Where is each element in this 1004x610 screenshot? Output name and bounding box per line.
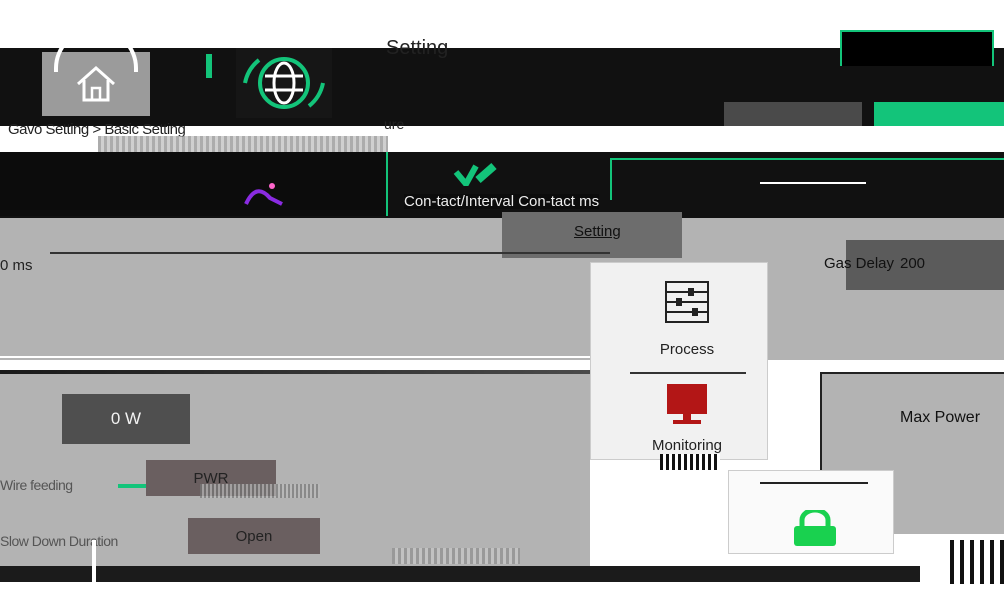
row1-noise: [200, 484, 320, 498]
accent-tick: [206, 54, 212, 78]
monitoring-label: Monitoring: [651, 437, 723, 454]
gas-delay-value: 200: [900, 255, 926, 272]
lock-card-rule: [760, 482, 868, 484]
process-label: Process: [659, 340, 715, 358]
left-ms-field[interactable]: [50, 252, 610, 284]
top-right-frame[interactable]: [840, 30, 994, 66]
menu-separator: [630, 372, 746, 374]
setting-tab-text: Setting: [574, 223, 621, 240]
left-ms-value: 0 ms: [0, 257, 33, 274]
row2-noise: [392, 548, 520, 564]
process-menu-item[interactable]: Process: [632, 270, 742, 362]
wire-feeding-label: Wire feeding: [0, 477, 73, 493]
max-power-label: Max Power: [900, 409, 981, 426]
purple-icon: [242, 180, 302, 206]
sliders-icon: [662, 276, 712, 328]
mid-right-rule: [760, 182, 866, 184]
home-arc: [54, 28, 138, 72]
mid-rule: [428, 146, 538, 148]
feed-label: Con-tact/Interval Con-tact ms: [404, 193, 600, 210]
right-bars: [950, 540, 1004, 584]
slow-down-label: Slow Down Duration: [0, 533, 118, 549]
apply-button[interactable]: [874, 102, 1004, 126]
bottom-tick-left: [92, 540, 96, 590]
open-button[interactable]: Open: [188, 518, 320, 554]
power-value: 0 W: [110, 409, 142, 428]
mid-left-panel: [0, 152, 386, 216]
globe-refresh-icon: [239, 52, 329, 114]
page-title: Setting: [386, 37, 449, 59]
breadcrumb[interactable]: Gavo Setting > Basic Setting: [8, 122, 186, 137]
center-bars: [660, 454, 720, 470]
subtitle-fragment: ure: [384, 116, 405, 132]
monitoring-menu-item[interactable]: Monitoring: [632, 382, 742, 458]
power-display: 0 W: [62, 394, 190, 444]
monitor-icon: [665, 382, 709, 426]
open-label: Open: [235, 527, 273, 545]
breadcrumb-highlight: [98, 136, 388, 152]
panel-bottom-rule: [0, 356, 590, 358]
gas-delay-label: Gas Delay: [824, 255, 895, 272]
lower-left-edge: [0, 370, 590, 374]
wire-feed-icon: [452, 160, 498, 186]
bottom-bar: [0, 566, 920, 582]
mid-right-frame: [610, 158, 1004, 200]
lock-icon[interactable]: [790, 510, 840, 546]
language-button[interactable]: [236, 48, 332, 118]
setting-tab-button[interactable]: [724, 102, 862, 126]
mid-divider: [386, 152, 388, 216]
